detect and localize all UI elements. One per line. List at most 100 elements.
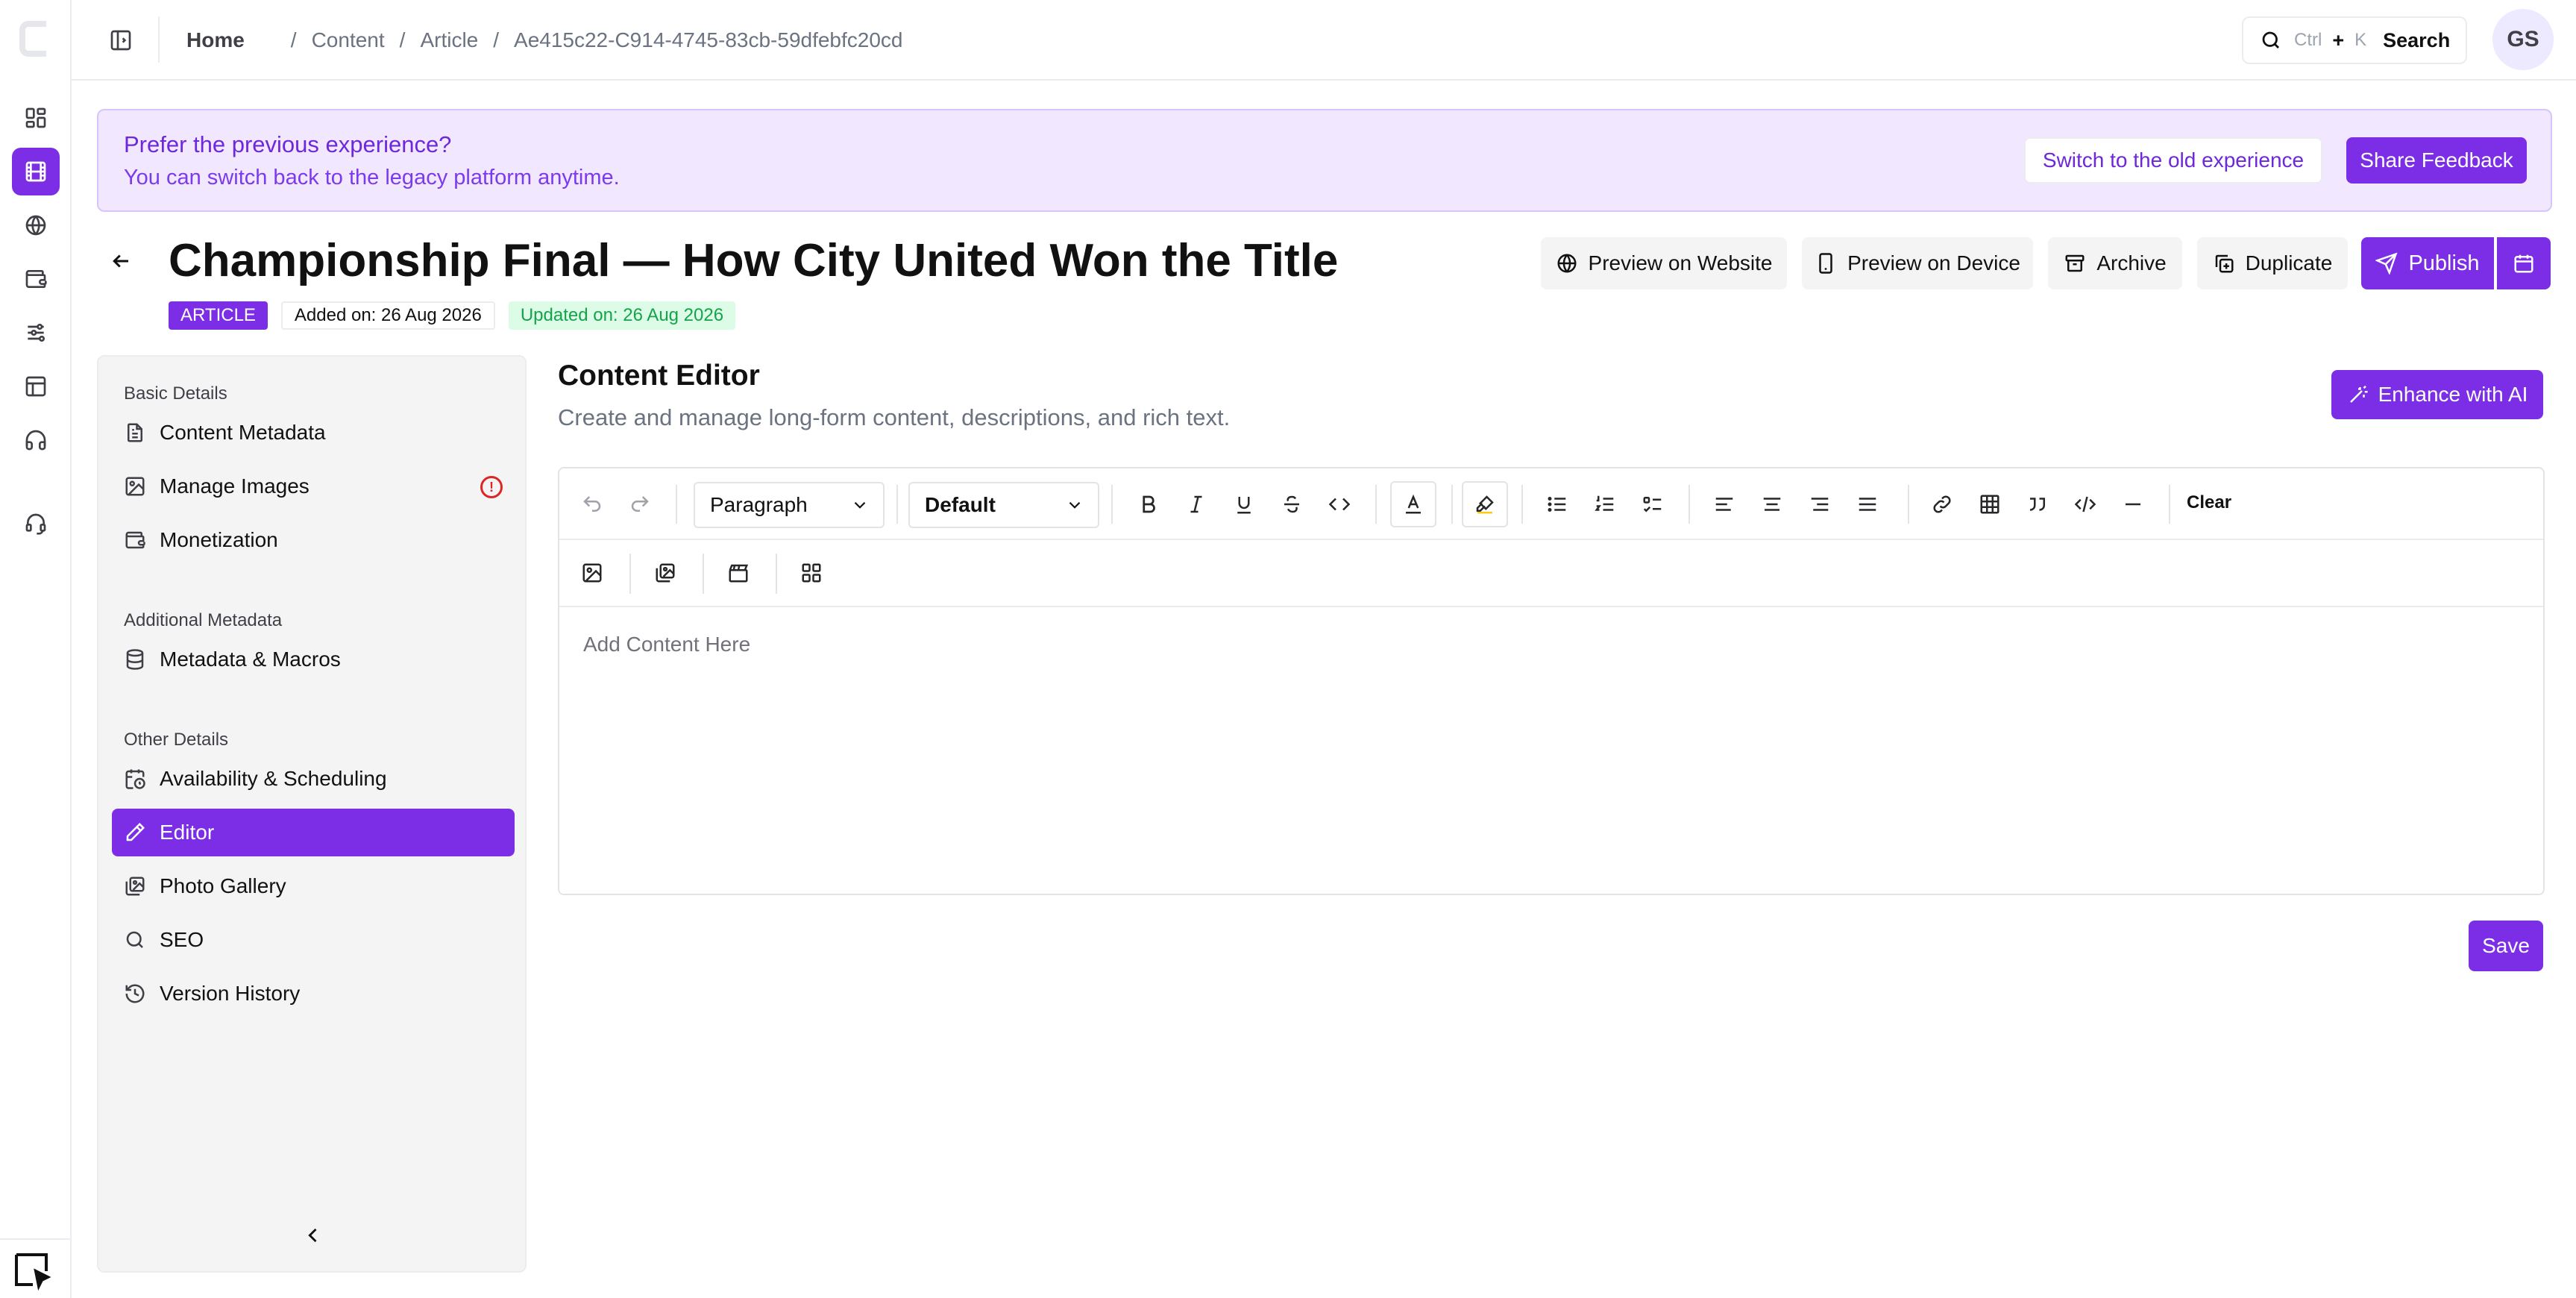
section-nav-panel: Basic Details Content Metadata Manage Im… bbox=[97, 355, 527, 1273]
code-block-icon[interactable] bbox=[2067, 486, 2103, 522]
breadcrumb-home[interactable]: Home bbox=[186, 28, 245, 52]
search-button[interactable]: Ctrl + K Search bbox=[2242, 16, 2467, 64]
magic-wand-icon bbox=[2349, 385, 2368, 403]
text-color-icon[interactable] bbox=[1390, 481, 1436, 527]
inline-code-icon[interactable] bbox=[1322, 486, 1357, 522]
nav-item-content-metadata[interactable]: Content Metadata bbox=[112, 409, 515, 457]
align-right-icon[interactable] bbox=[1802, 486, 1838, 522]
updated-date-badge: Updated on: 26 Aug 2026 bbox=[508, 301, 736, 330]
layout-icon[interactable] bbox=[18, 369, 54, 404]
wallet-icon bbox=[125, 531, 145, 549]
underline-icon[interactable] bbox=[1226, 486, 1262, 522]
breadcrumb-content[interactable]: Content bbox=[312, 28, 385, 52]
globe-icon bbox=[1557, 254, 1577, 273]
collapse-panel-icon[interactable] bbox=[300, 1222, 327, 1249]
quote-icon[interactable] bbox=[2020, 486, 2055, 522]
banner-title: Prefer the previous experience? bbox=[124, 131, 452, 157]
calendar-clock-icon bbox=[125, 769, 145, 789]
align-center-icon[interactable] bbox=[1754, 486, 1790, 522]
film-icon[interactable] bbox=[12, 148, 60, 195]
strikethrough-icon[interactable] bbox=[1274, 486, 1310, 522]
nav-item-availability-scheduling[interactable]: Availability & Scheduling bbox=[112, 755, 515, 803]
save-button[interactable]: Save bbox=[2469, 921, 2543, 971]
archive-button[interactable]: Archive bbox=[2048, 237, 2182, 289]
publish-label: Publish bbox=[2408, 251, 2480, 275]
nav-item-seo[interactable]: SEO bbox=[112, 916, 515, 964]
embed-grid-icon[interactable] bbox=[794, 555, 829, 591]
enhance-label: Enhance with AI bbox=[2378, 383, 2528, 406]
bold-icon[interactable] bbox=[1131, 486, 1166, 522]
avatar[interactable]: GS bbox=[2492, 9, 2554, 70]
block-type-select[interactable]: Paragraph bbox=[694, 482, 885, 528]
support-icon[interactable] bbox=[18, 506, 54, 542]
table-icon[interactable] bbox=[1972, 486, 2008, 522]
search-label: Search bbox=[2383, 28, 2451, 51]
dashboard-icon[interactable] bbox=[18, 100, 54, 136]
banner-subtitle: You can switch back to the legacy platfo… bbox=[124, 166, 620, 189]
rail-divider bbox=[0, 1238, 72, 1240]
duplicate-label: Duplicate bbox=[2245, 251, 2333, 275]
bullet-list-icon[interactable] bbox=[1539, 486, 1575, 522]
link-icon[interactable] bbox=[1924, 486, 1960, 522]
duplicate-icon bbox=[2215, 254, 2234, 273]
calendar-icon bbox=[2514, 254, 2533, 273]
toolbar-divider bbox=[776, 554, 777, 594]
preview-website-button[interactable]: Preview on Website bbox=[1541, 237, 1787, 289]
clear-formatting-button[interactable]: Clear bbox=[2187, 492, 2231, 513]
font-select[interactable]: Default bbox=[908, 482, 1099, 528]
nav-item-editor[interactable]: Editor bbox=[112, 809, 515, 856]
duplicate-button[interactable]: Duplicate bbox=[2197, 237, 2348, 289]
task-list-icon[interactable] bbox=[1635, 486, 1671, 522]
breadcrumb: Home / Content / Article / Ae415c22-C914… bbox=[186, 25, 903, 55]
toolbar-divider bbox=[676, 485, 677, 524]
preview-device-button[interactable]: Preview on Device bbox=[1802, 237, 2033, 289]
nav-item-manage-images[interactable]: Manage Images ! bbox=[112, 463, 515, 510]
archive-label: Archive bbox=[2096, 251, 2167, 275]
nav-item-label: Monetization bbox=[160, 528, 278, 551]
nav-item-metadata-macros[interactable]: Metadata & Macros bbox=[112, 636, 515, 683]
breadcrumb-article[interactable]: Article bbox=[420, 28, 478, 52]
database-icon bbox=[126, 649, 144, 670]
nav-item-photo-gallery[interactable]: Photo Gallery bbox=[112, 862, 515, 910]
redo-icon[interactable] bbox=[622, 486, 658, 522]
globe-icon[interactable] bbox=[18, 207, 54, 243]
wallet-icon[interactable] bbox=[18, 261, 54, 297]
history-icon bbox=[125, 984, 145, 1003]
schedule-button[interactable] bbox=[2497, 237, 2551, 289]
editor-media-toolbar bbox=[559, 540, 2543, 607]
toolbar-divider bbox=[703, 554, 704, 594]
enhance-with-ai-button[interactable]: Enhance with AI bbox=[2331, 370, 2543, 419]
breadcrumb-separator: / bbox=[290, 28, 297, 51]
image-icon bbox=[125, 477, 145, 496]
nav-item-label: Availability & Scheduling bbox=[160, 767, 387, 790]
shortcut-key: Ctrl bbox=[2294, 30, 2322, 50]
horizontal-rule-icon[interactable] bbox=[2115, 486, 2151, 522]
headphones-icon[interactable] bbox=[18, 422, 54, 458]
ordered-list-icon[interactable] bbox=[1587, 486, 1623, 522]
send-icon bbox=[2375, 252, 2398, 275]
nav-item-label: Version History bbox=[160, 982, 301, 1005]
nav-item-label: Photo Gallery bbox=[160, 874, 286, 897]
publish-button[interactable]: Publish bbox=[2361, 237, 2494, 289]
nav-item-monetization[interactable]: Monetization bbox=[112, 516, 515, 564]
highlight-icon[interactable] bbox=[1462, 481, 1508, 527]
image-icon[interactable] bbox=[574, 555, 610, 591]
align-justify-icon[interactable] bbox=[1850, 486, 1885, 522]
editor-content-area[interactable]: Add Content Here bbox=[583, 633, 750, 656]
toolbar-divider bbox=[1908, 485, 1909, 524]
search-icon bbox=[126, 931, 143, 948]
video-icon[interactable] bbox=[720, 555, 756, 591]
sidebar-toggle-icon[interactable] bbox=[104, 24, 137, 57]
share-feedback-button[interactable]: Share Feedback bbox=[2346, 137, 2527, 184]
sliders-icon[interactable] bbox=[18, 315, 54, 351]
gallery-icon[interactable] bbox=[647, 555, 683, 591]
undo-icon[interactable] bbox=[574, 486, 610, 522]
align-left-icon[interactable] bbox=[1706, 486, 1742, 522]
back-arrow-icon[interactable] bbox=[104, 245, 137, 278]
switch-old-experience-button[interactable]: Switch to the old experience bbox=[2024, 137, 2322, 184]
app-logo bbox=[16, 16, 55, 61]
nav-item-version-history[interactable]: Version History bbox=[112, 970, 515, 1018]
page-title: Championship Final — How City United Won… bbox=[169, 235, 1339, 286]
breadcrumb-id: Ae415c22-C914-4745-83cb-59dfebfc20cd bbox=[514, 28, 903, 51]
italic-icon[interactable] bbox=[1178, 486, 1214, 522]
